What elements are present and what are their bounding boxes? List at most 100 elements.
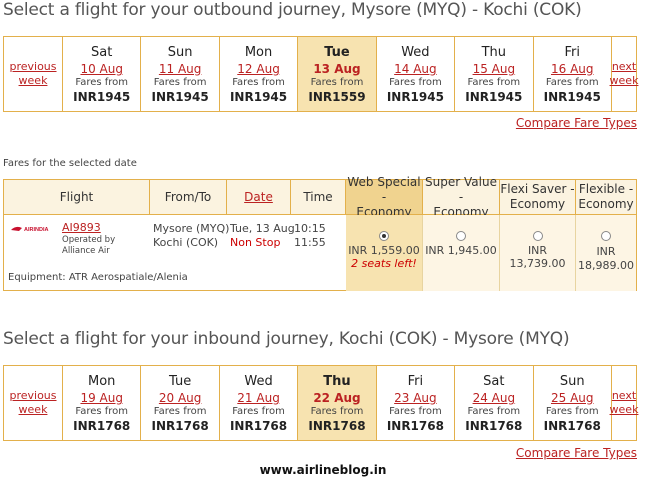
outbound-day-wed[interactable]: Wed 14 Aug Fares from INR1945 [375,37,454,111]
day-label: Fares from [232,406,285,417]
inbound-day-sat[interactable]: Sat 24 Aug Fares from INR1768 [454,366,532,440]
inbound-day-sun[interactable]: Sun 25 Aug Fares from INR1768 [532,366,611,440]
fare-radio-flexible[interactable] [601,231,611,241]
day-date[interactable]: 23 Aug [377,390,454,406]
next-label-1: next [611,389,637,402]
fare-radio-flexi-saver[interactable] [532,231,543,241]
outbound-day-tue[interactable]: Tue 13 Aug Fares from INR1559 [297,37,376,111]
day-price: INR1945 [543,90,601,104]
day-label: Fares from [75,77,129,88]
col-flexi-saver: Flexi Saver - Economy [500,180,576,214]
day-date[interactable]: 10 Aug [63,61,140,77]
day-date[interactable]: 16 Aug [534,61,611,77]
fares-caption: Fares for the selected date [3,158,137,169]
day-label: Fares from [389,77,442,88]
flight-date: Tue, 13 Aug Non Stop [230,222,295,249]
day-day: Thu [323,374,351,389]
day-price: INR1945 [229,90,288,104]
day-price: INR1768 [229,419,288,433]
airline-logo: AIRINDIA [10,224,58,234]
prev-label-2: week [18,403,48,416]
fare-flexi-saver[interactable]: INR 13,739.00 [500,215,576,291]
day-date[interactable]: 14 Aug [377,61,454,77]
day-date[interactable]: 22 Aug [298,390,375,406]
inbound-previous-week-link[interactable]: previous week [4,366,62,440]
day-price: INR1768 [308,419,366,433]
day-day: Wed [401,45,430,60]
prev-label-2: week [18,74,48,87]
fare-super-value[interactable]: INR 1,945.00 [423,215,500,291]
operated-by: Operated by Alliance Air [62,235,116,256]
outbound-compare-fare-types-link[interactable]: Compare Fare Types [516,116,637,130]
outbound-date-strip: previous week Sat 10 Aug Fares from INR1945 S… [3,36,638,112]
day-label: Fares from [545,406,599,417]
day-price: INR1768 [386,419,444,433]
day-price: INR1768 [151,419,209,433]
day-date[interactable]: 11 Aug [141,61,218,77]
day-price: INR1768 [465,419,523,433]
inbound-date-strip: previous week Mon 19 Aug Fares from INR1768 T… [3,365,639,441]
fare-flexible[interactable]: INR 18,989.00 [576,215,636,291]
outbound-day-thu[interactable]: Thu 15 Aug Fares from INR1945 [454,37,532,111]
day-label: Fares from [153,406,207,417]
day-date[interactable]: 12 Aug [220,61,297,77]
outbound-next-week-link[interactable]: next week [610,37,638,111]
day-date[interactable]: 20 Aug [141,390,218,406]
day-day: Tue [324,45,350,60]
day-day: Fri [407,374,424,389]
fare-radio-web-special[interactable] [379,231,389,241]
day-label: Fares from [467,406,521,417]
outbound-day-mon[interactable]: Mon 12 Aug Fares from INR1945 [218,37,297,111]
outbound-day-sat[interactable]: Sat 10 Aug Fares from INR1945 [62,37,140,111]
inbound-day-mon[interactable]: Mon 19 Aug Fares from INR1768 [62,366,140,440]
inbound-day-wed[interactable]: Wed 21 Aug Fares from INR1768 [218,366,297,440]
inbound-compare-fare-types-link[interactable]: Compare Fare Types [516,446,637,460]
day-date[interactable]: 21 Aug [220,390,297,406]
flight-row: AIRINDIA AI9893 Operated by Alliance Air … [4,215,636,291]
next-label-1: next [611,60,637,73]
col-from-to: From/To [150,180,227,214]
inbound-day-tue[interactable]: Tue 20 Aug Fares from INR1768 [140,366,218,440]
day-day: Sat [483,374,505,389]
col-date-sort[interactable]: Date [227,180,291,214]
day-date[interactable]: 15 Aug [455,61,532,77]
day-day: Wed [244,374,273,389]
day-label: Fares from [467,77,521,88]
fare-radio-super-value[interactable] [456,231,466,241]
day-day: Mon [244,45,273,60]
day-day: Sat [91,45,113,60]
day-price: INR1768 [73,419,131,433]
route: Mysore (MYQ) Kochi (COK) [153,222,230,249]
prev-label-1: previous [9,389,57,402]
outbound-day-fri[interactable]: Fri 16 Aug Fares from INR1945 [532,37,611,111]
day-day: Tue [169,374,192,389]
flight-table-header: Flight From/To Date Time Web Special - Ec… [4,175,636,219]
fare-web-special[interactable]: INR 1,559.00 2 seats left! [346,215,423,291]
flight-number-link[interactable]: AI9893 [62,221,101,235]
inbound-next-week-link[interactable]: next week [609,366,639,440]
flight-times: 10:15 11:55 [294,222,326,249]
flight-table: Flight From/To Date Time Web Special - Ec… [3,175,637,291]
outbound-day-sun[interactable]: Sun 11 Aug Fares from INR1945 [140,37,218,111]
outbound-previous-week-link[interactable]: previous week [4,37,62,111]
col-super-value: Super Value - Economy [423,175,500,219]
day-date[interactable]: 24 Aug [455,390,532,406]
day-label: Fares from [75,406,129,417]
col-time: Time [291,180,346,214]
day-day: Mon [88,374,116,389]
footer-watermark: www.airlineblog.in [259,463,387,477]
inbound-heading: Select a flight for your inbound journey… [3,329,570,349]
day-label: Fares from [389,406,442,417]
inbound-day-thu[interactable]: Thu 22 Aug Fares from INR1768 [297,366,376,440]
day-day: Sun [167,45,193,60]
day-label: Fares from [545,77,599,88]
day-date[interactable]: 25 Aug [534,390,611,406]
day-date[interactable]: 13 Aug [298,61,375,77]
day-date[interactable]: 19 Aug [63,390,140,406]
day-day: Fri [564,45,580,60]
day-price: INR1768 [543,419,601,433]
day-label: Fares from [232,77,285,88]
col-web-special: Web Special - Economy [346,175,423,219]
next-label-2: week [609,403,639,416]
inbound-day-fri[interactable]: Fri 23 Aug Fares from INR1768 [375,366,454,440]
